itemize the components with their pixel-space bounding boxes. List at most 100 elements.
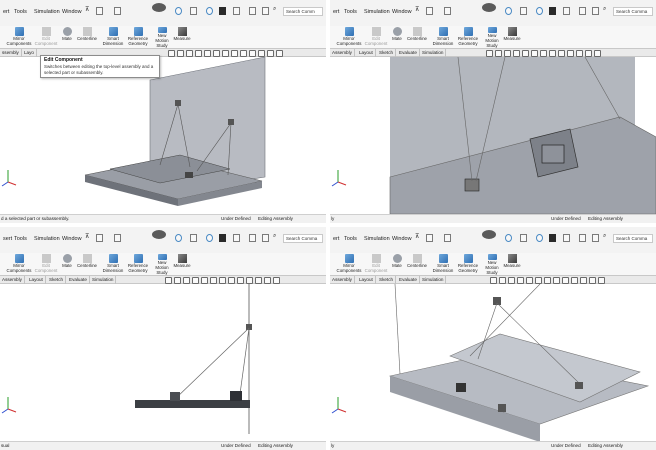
menu-tools[interactable]: Tools xyxy=(344,9,357,15)
view-tool-icon[interactable] xyxy=(255,277,262,284)
view-tool-icon[interactable] xyxy=(499,277,506,284)
select-arrow-icon[interactable] xyxy=(219,234,226,242)
view-tool-icon[interactable] xyxy=(562,277,569,284)
reference-geometry-button[interactable]: Reference Geometry xyxy=(126,253,150,275)
tab-evaluate[interactable]: Evaluate xyxy=(397,49,420,57)
print-icon[interactable] xyxy=(520,234,527,242)
view-tool-icon[interactable] xyxy=(192,277,199,284)
search-input[interactable]: Search Comma xyxy=(613,234,653,243)
menu-window[interactable]: Window xyxy=(392,236,412,242)
options-icon[interactable] xyxy=(249,7,256,15)
view-tool-icon[interactable] xyxy=(513,50,520,57)
file-properties-icon[interactable] xyxy=(563,7,570,15)
view-tool-icon[interactable] xyxy=(594,50,601,57)
new-motion-study-button[interactable]: New Motion Study xyxy=(152,26,172,48)
display-style-icon[interactable] xyxy=(482,230,496,239)
view-tool-icon[interactable] xyxy=(567,50,574,57)
mirror-components-button[interactable]: Mirror Components xyxy=(334,26,364,48)
mirror-components-button[interactable]: Mirror Components xyxy=(334,253,364,275)
view-tool-icon[interactable] xyxy=(168,50,175,57)
measure-button[interactable]: Measure xyxy=(172,26,192,48)
view-tool-icon[interactable] xyxy=(183,277,190,284)
file-properties-icon[interactable] xyxy=(233,7,240,15)
menu-window[interactable]: Window xyxy=(62,9,82,15)
view-tool-icon[interactable] xyxy=(228,277,235,284)
menu-insert[interactable]: ert xyxy=(333,9,339,15)
edit-component-button[interactable]: Edit Component xyxy=(365,26,387,48)
graphics-area[interactable] xyxy=(330,57,656,214)
home-icon[interactable] xyxy=(426,7,433,15)
display-style-icon[interactable] xyxy=(152,3,166,12)
view-tool-icon[interactable] xyxy=(267,50,274,57)
print-icon[interactable] xyxy=(520,7,527,15)
menu-simulation[interactable]: Simulation xyxy=(364,236,390,242)
smart-dimension-button[interactable]: Smart Dimension xyxy=(101,253,125,275)
search-input[interactable]: Search Comma xyxy=(283,234,323,243)
view-tool-icon[interactable] xyxy=(213,50,220,57)
view-tool-icon[interactable] xyxy=(517,277,524,284)
view-tool-icon[interactable] xyxy=(576,50,583,57)
undo-icon[interactable] xyxy=(206,234,213,242)
mirror-components-button[interactable]: Mirror Components xyxy=(4,26,34,48)
view-tool-icon[interactable] xyxy=(495,50,502,57)
help-icon[interactable] xyxy=(592,7,599,15)
tab-ssembly[interactable]: ssembly xyxy=(0,49,22,57)
tab-assembly[interactable]: Assembly xyxy=(0,276,25,284)
view-tool-icon[interactable] xyxy=(204,50,211,57)
view-tool-icon[interactable] xyxy=(174,277,181,284)
tab-simulation[interactable]: Simulation xyxy=(420,49,447,57)
tab-evaluate[interactable]: Evaluate xyxy=(67,276,90,284)
measure-button[interactable]: Measure xyxy=(502,26,522,48)
view-tool-icon[interactable] xyxy=(535,277,542,284)
view-tool-icon[interactable] xyxy=(201,277,208,284)
view-tool-icon[interactable] xyxy=(490,277,497,284)
view-tool-icon[interactable] xyxy=(210,277,217,284)
help-icon[interactable] xyxy=(592,234,599,242)
new-motion-study-button[interactable]: New Motion Study xyxy=(482,26,502,48)
view-tool-icon[interactable] xyxy=(195,50,202,57)
home-icon[interactable] xyxy=(426,234,433,242)
pin-icon[interactable]: ⊼ xyxy=(85,6,90,14)
menu-insert[interactable]: ert xyxy=(3,9,9,15)
tab-layout[interactable]: Layout xyxy=(27,276,46,284)
view-tool-icon[interactable] xyxy=(231,50,238,57)
tab-simulation[interactable]: Simulation xyxy=(420,276,447,284)
search-input[interactable]: Search Comm xyxy=(283,7,323,16)
new-document-icon[interactable] xyxy=(114,234,121,242)
select-arrow-icon[interactable] xyxy=(549,7,556,15)
tab-layo[interactable]: Layo xyxy=(22,49,37,57)
mirror-components-button[interactable]: Mirror Components xyxy=(4,253,34,275)
options-icon[interactable] xyxy=(579,234,586,242)
graphics-area[interactable] xyxy=(0,57,326,214)
tab-layout[interactable]: Layout xyxy=(357,276,376,284)
tab-assembly[interactable]: Assembly xyxy=(330,49,355,57)
menu-tools[interactable]: Tools xyxy=(344,236,357,242)
smart-dimension-button[interactable]: Smart Dimension xyxy=(101,26,125,48)
edit-component-button[interactable]: Edit Component xyxy=(35,26,57,48)
view-tool-icon[interactable] xyxy=(486,50,493,57)
view-tool-icon[interactable] xyxy=(571,277,578,284)
view-tool-icon[interactable] xyxy=(177,50,184,57)
view-tool-icon[interactable] xyxy=(526,277,533,284)
menu-window[interactable]: Window xyxy=(392,9,412,15)
rebuild-icon[interactable] xyxy=(175,7,182,15)
view-tool-icon[interactable] xyxy=(531,50,538,57)
file-properties-icon[interactable] xyxy=(563,234,570,242)
mate-button[interactable]: Mate xyxy=(390,26,404,48)
view-tool-icon[interactable] xyxy=(549,50,556,57)
centerline-button[interactable]: Centerline xyxy=(405,26,429,48)
reference-geometry-button[interactable]: Reference Geometry xyxy=(456,253,480,275)
print-icon[interactable] xyxy=(190,234,197,242)
menu-insert[interactable]: sert xyxy=(3,236,12,242)
assembly-model[interactable] xyxy=(330,284,656,441)
help-icon[interactable] xyxy=(262,234,269,242)
view-tool-icon[interactable] xyxy=(504,50,511,57)
view-tool-icon[interactable] xyxy=(249,50,256,57)
rebuild-icon[interactable] xyxy=(505,234,512,242)
edit-component-button[interactable]: Edit Component xyxy=(35,253,57,275)
file-properties-icon[interactable] xyxy=(233,234,240,242)
new-motion-study-button[interactable]: New Motion Study xyxy=(482,253,502,275)
view-tool-icon[interactable] xyxy=(258,50,265,57)
home-icon[interactable] xyxy=(96,234,103,242)
new-document-icon[interactable] xyxy=(114,7,121,15)
